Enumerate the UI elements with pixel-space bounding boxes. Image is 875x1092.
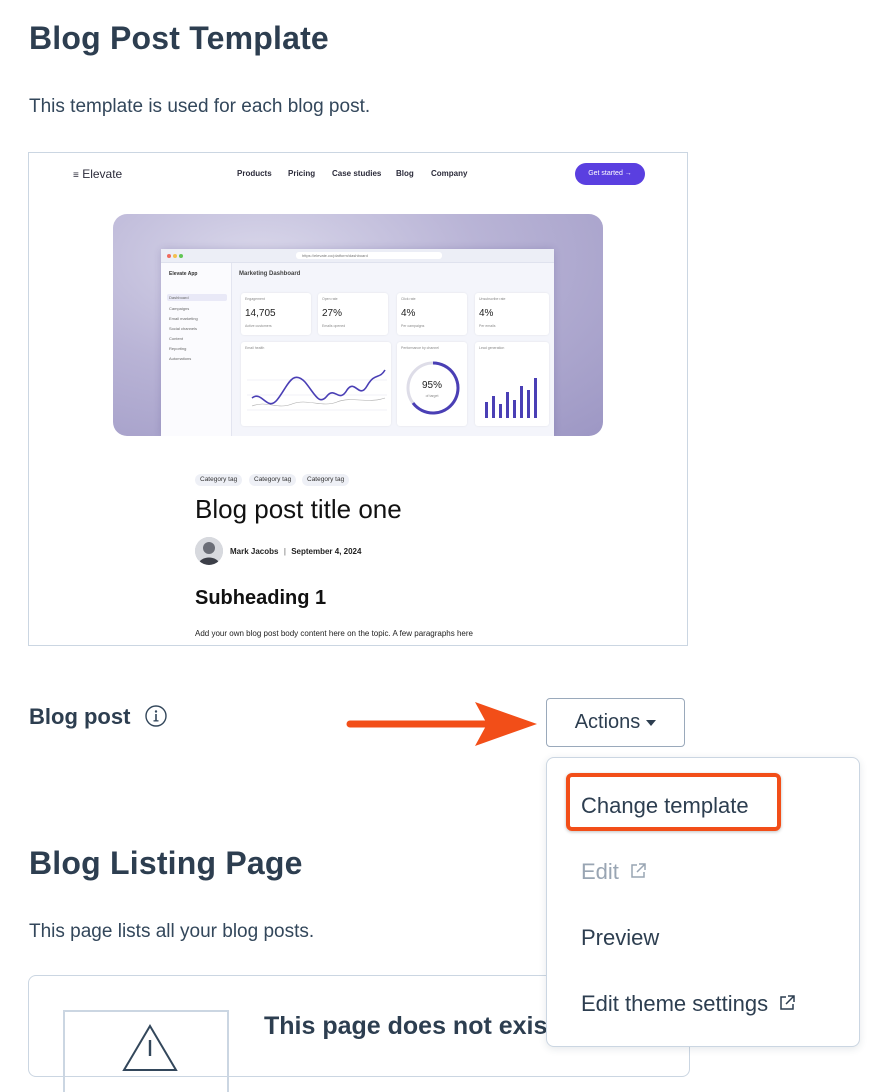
window-dot — [179, 254, 183, 258]
external-link-icon — [780, 995, 795, 1010]
dashboard-sidebar-item: Campaigns — [169, 306, 190, 311]
caret-down-icon — [646, 719, 657, 726]
email-health-panel: Email health — [241, 342, 391, 426]
menu-item-edit-theme-settings[interactable]: Edit theme settings — [581, 991, 796, 1017]
placeholder-frame — [63, 1010, 229, 1092]
preview-post-title: Blog post title one — [195, 494, 402, 524]
change-template-highlight — [566, 773, 781, 831]
menu-item-edit: Edit — [581, 859, 647, 885]
stat-card: Unsubscribe rate 4% Per emails — [475, 293, 549, 335]
preview-nav-pricing: Pricing — [288, 169, 316, 178]
preview-nav-blog: Blog — [396, 169, 414, 178]
dashboard-mockup: https://elevate.co/platform/dashboard El… — [161, 249, 554, 436]
info-icon[interactable] — [144, 704, 168, 728]
menu-item-preview[interactable]: Preview — [581, 925, 659, 951]
preview-category-tag: Category tag — [249, 474, 297, 486]
performance-panel: Performance by channel 95% of target — [397, 342, 467, 426]
preview-logo: ≡ Elevate — [73, 167, 123, 181]
avatar-icon — [195, 537, 223, 565]
stat-card: Engagement 14,705 Active customers — [241, 293, 311, 335]
dashboard-sidebar-item: Automations — [169, 356, 192, 361]
preview-body-text: Add your own blog post body content here… — [195, 629, 473, 638]
author-avatar — [195, 537, 223, 565]
template-description: This template is used for each blog post… — [29, 96, 371, 117]
dashboard-title: Marketing Dashboard — [239, 271, 301, 277]
warning-icon — [122, 1024, 178, 1071]
preview-subheading: Subheading 1 — [195, 587, 327, 609]
browser-url: https://elevate.co/platform/dashboard — [296, 252, 442, 259]
dashboard-sidebar-item: Content — [169, 336, 184, 341]
window-dot — [167, 254, 171, 258]
preview-hero-image: https://elevate.co/platform/dashboard El… — [113, 214, 603, 436]
preview-category-tag: Category tag — [302, 474, 350, 486]
external-link-icon — [631, 863, 646, 878]
actions-button[interactable]: Actions — [546, 698, 685, 747]
stat-card: Open rate 27% Emails opened — [318, 293, 388, 335]
listing-description: This page lists all your blog posts. — [29, 921, 315, 942]
preview-nav-case-studies: Case studies — [332, 169, 382, 178]
bar-chart-graphic — [485, 378, 537, 418]
dashboard-sidebar: Elevate App Dashboard Campaigns Email ma… — [161, 263, 232, 436]
dashboard-sidebar-item: Social channels — [169, 326, 198, 331]
dashboard-app-name: Elevate App — [169, 271, 198, 277]
dashboard-sidebar-item: Dashboard — [167, 294, 227, 301]
gauge-value: 95% — [421, 380, 442, 391]
preview-nav-company: Company — [431, 169, 468, 178]
arrow-icon — [346, 702, 537, 746]
gauge-label: of target — [425, 394, 439, 398]
preview-author: Mark Jacobs | September 4, 2024 — [230, 547, 362, 556]
empty-message: This page does not exist — [264, 1012, 556, 1040]
line-chart-graphic — [247, 369, 387, 411]
window-dot — [173, 254, 177, 258]
preview-nav-products: Products — [237, 169, 272, 178]
listing-title: Blog Listing Page — [29, 845, 303, 881]
template-title: Blog Post Template — [29, 20, 329, 56]
blog-post-label: Blog post — [29, 704, 131, 729]
preview-cta-button: Get started → — [575, 163, 645, 185]
preview-category-tag: Category tag — [195, 474, 243, 486]
logo-icon: ≡ — [73, 170, 79, 181]
browser-bar: https://elevate.co/platform/dashboard — [161, 249, 554, 263]
dashboard-sidebar-item: Email marketing — [169, 316, 198, 321]
stat-card: Click rate 4% Per campaigns — [397, 293, 467, 335]
template-preview[interactable]: ≡ Elevate Products Pricing Case studies … — [28, 152, 688, 646]
dashboard-sidebar-item: Reporting — [169, 346, 187, 351]
lead-generation-panel: Lead generation — [475, 342, 549, 426]
